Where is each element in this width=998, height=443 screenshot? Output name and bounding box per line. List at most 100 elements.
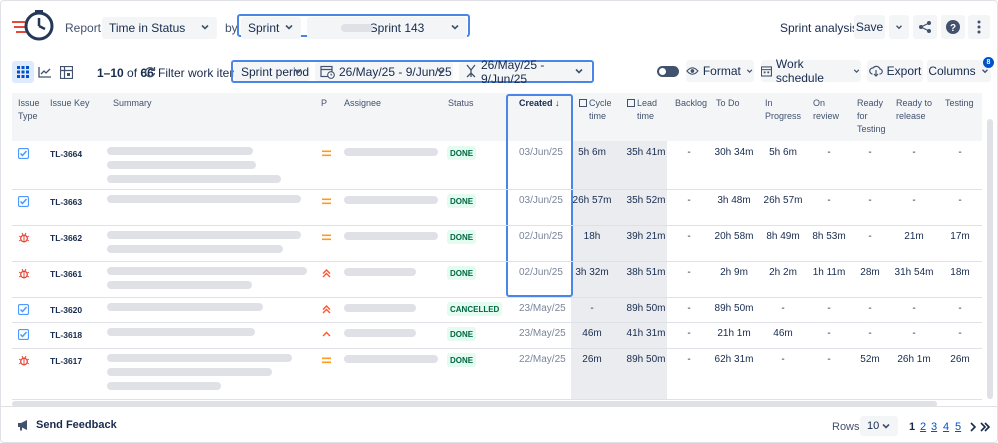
assignee-redacted <box>344 329 416 337</box>
top-bar: Report: Time in Status by Sprint Sprint … <box>1 1 997 53</box>
chevron-down-icon <box>285 24 293 30</box>
work-schedule-button[interactable]: Work schedule <box>761 57 861 85</box>
issue-key[interactable]: TL-3664 <box>50 149 82 159</box>
vertical-scrollbar[interactable] <box>987 119 993 399</box>
header-text: for <box>857 111 868 121</box>
backlog-time: - <box>687 328 691 339</box>
header-issue-type[interactable]: Issue Type <box>18 97 40 123</box>
summary-redacted <box>107 175 281 183</box>
header-text: release <box>896 111 926 121</box>
report-type-select[interactable]: Time in Status <box>102 17 217 39</box>
group-by-select[interactable]: Sprint <box>241 17 301 39</box>
header-status[interactable]: Status <box>448 97 474 110</box>
chart-view-button[interactable] <box>34 61 56 83</box>
priority-highest-icon <box>322 305 331 314</box>
page-link-2[interactable]: 2 <box>920 421 926 433</box>
issue-key[interactable]: TL-3620 <box>50 305 82 315</box>
sprint-select[interactable]: Sprint 143 <box>307 17 467 39</box>
page-link-4[interactable]: 4 <box>943 421 949 433</box>
header-lead-time[interactable]: Lead time <box>627 97 657 123</box>
created-date-range[interactable]: 26/May/25 - 9/Jun/25 <box>315 62 453 81</box>
header-summary[interactable]: Summary <box>113 97 152 110</box>
app-logo-icon <box>12 10 54 41</box>
header-text: Ready to <box>896 98 933 108</box>
assignee-redacted <box>344 268 416 276</box>
checkbox-task-icon <box>18 148 29 159</box>
header-assignee[interactable]: Assignee <box>344 97 381 110</box>
chevron-down-icon <box>201 24 209 30</box>
sprint-period-select[interactable]: Sprint period <box>234 62 310 81</box>
rows-per-page-value: 10 <box>867 420 880 432</box>
format-label: Format <box>702 64 741 78</box>
priority-medium-icon <box>322 198 331 205</box>
todo-time: 20h 58m <box>714 231 754 242</box>
sprint-analysis-button[interactable]: Sprint analysis <box>780 21 858 35</box>
issue-key[interactable]: TL-3618 <box>50 330 82 340</box>
testing-time: - <box>958 195 962 206</box>
backlog-time: - <box>687 303 691 314</box>
header-ready-to-release[interactable]: Ready to release <box>896 97 932 123</box>
testing-time: 18m <box>950 267 970 278</box>
page-link-1[interactable]: 1 <box>909 421 915 433</box>
in-progress-time: 8h 49m <box>766 231 800 242</box>
header-ready-for-testing[interactable]: Ready for Testing <box>857 97 886 136</box>
ready-to-release-time: - <box>912 195 916 206</box>
rows-per-page-select[interactable]: 10 <box>860 416 898 436</box>
share-button[interactable] <box>913 15 937 39</box>
pivot-view-button[interactable] <box>55 61 77 83</box>
summary-redacted <box>107 328 255 336</box>
on-review-time: - <box>827 195 831 206</box>
toggle-knob <box>659 68 666 75</box>
double-chevron-right-icon[interactable] <box>979 422 991 432</box>
header-issue-key[interactable]: Issue Key <box>50 97 90 110</box>
calendar-clock-icon <box>320 65 335 79</box>
page-link-5[interactable]: 5 <box>955 421 961 433</box>
header-in-progress[interactable]: In Progress <box>765 97 801 123</box>
send-feedback-button[interactable]: Send Feedback <box>17 419 117 431</box>
created-date: 22/May/25 <box>519 354 566 365</box>
work-schedule-label: Work schedule <box>775 57 824 85</box>
status-badge: DONE <box>447 266 477 280</box>
lead-time: 89h 50m <box>626 354 666 365</box>
resolved-date-range[interactable]: 26/May/25 - 9/Jun/25 <box>459 58 591 86</box>
help-button[interactable]: ? <box>941 15 965 39</box>
columns-button[interactable]: Columns <box>927 60 991 82</box>
header-backlog[interactable]: Backlog <box>675 97 707 110</box>
share-icon <box>919 21 931 33</box>
ready-to-release-time: 26h 1m <box>897 354 931 365</box>
todo-time: 21h 1m <box>717 328 751 339</box>
header-priority[interactable]: P <box>321 97 327 110</box>
refresh-icon[interactable] <box>144 66 156 78</box>
header-testing[interactable]: Testing <box>945 97 974 110</box>
header-cycle-time[interactable]: Cycle time <box>579 97 612 123</box>
backlog-time: - <box>687 195 691 206</box>
grid-view-button[interactable] <box>12 61 34 83</box>
issue-key[interactable]: TL-3661 <box>50 269 82 279</box>
issue-key[interactable]: TL-3662 <box>50 233 82 243</box>
chevron-down-icon <box>575 68 583 74</box>
chevron-down-icon <box>294 68 302 74</box>
toggle-switch[interactable] <box>657 66 679 77</box>
issue-key[interactable]: TL-3617 <box>50 356 82 366</box>
chevron-right-icon[interactable] <box>968 422 978 432</box>
more-vertical-icon <box>977 20 981 34</box>
header-todo[interactable]: To Do <box>716 97 740 110</box>
format-button[interactable]: Format <box>686 60 754 82</box>
save-options-button[interactable] <box>889 15 909 39</box>
testing-time: - <box>958 303 962 314</box>
export-button[interactable]: Export <box>867 60 923 82</box>
save-button[interactable]: Save <box>854 15 885 39</box>
more-button[interactable] <box>968 15 990 39</box>
megaphone-icon <box>18 420 27 431</box>
cycle-time: 5h 6m <box>578 147 606 158</box>
created-date: 23/May/25 <box>519 328 566 339</box>
sprint-value: Sprint 143 <box>369 21 425 35</box>
issue-key[interactable]: TL-3663 <box>50 197 82 207</box>
chevron-down-icon <box>853 69 860 73</box>
priority-high-icon <box>322 331 331 337</box>
testing-time: 17m <box>950 231 970 242</box>
header-text: In <box>765 98 773 108</box>
assignee-redacted <box>344 355 438 363</box>
header-on-review[interactable]: On review <box>813 97 839 123</box>
page-link-3[interactable]: 3 <box>931 421 937 433</box>
